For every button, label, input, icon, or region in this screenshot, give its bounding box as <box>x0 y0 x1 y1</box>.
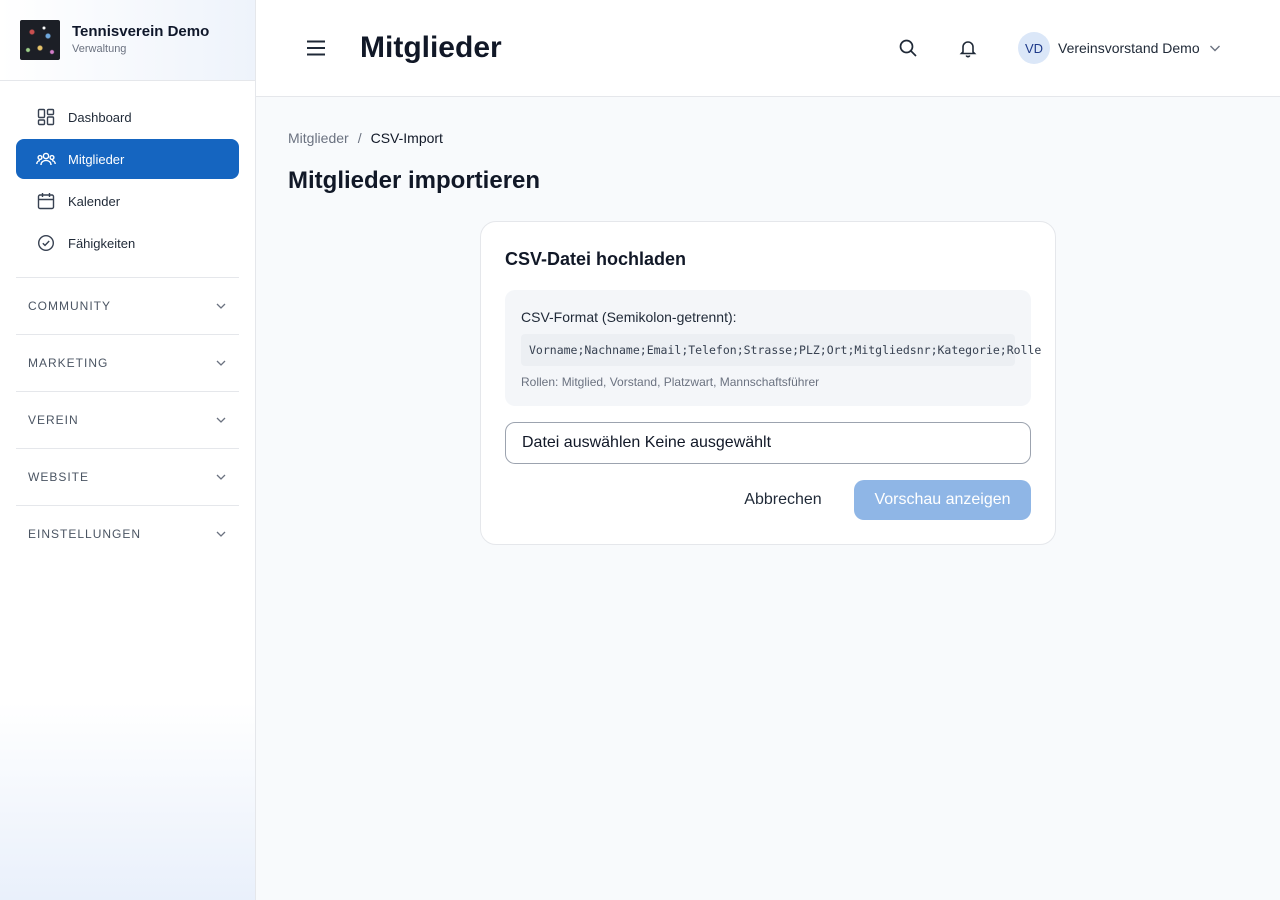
sidebar-item-kalender[interactable]: Kalender <box>16 181 239 221</box>
club-logo <box>20 20 60 60</box>
format-code: Vorname;Nachname;Email;Telefon;Strasse;P… <box>521 334 1041 366</box>
section-label: EINSTELLUNGEN <box>28 527 142 541</box>
csv-file-input[interactable]: Datei auswählen Keine ausgewählt <box>505 422 1031 464</box>
brand-title: Tennisverein Demo <box>72 23 210 40</box>
roles-note: Rollen: Mitglied, Vorstand, Platzwart, M… <box>521 375 820 389</box>
menu-toggle-button[interactable] <box>304 36 328 60</box>
breadcrumb: Mitglieder / CSV-Import <box>288 130 443 146</box>
section-einstellungen[interactable]: EINSTELLUNGEN <box>16 505 239 562</box>
top-header: Mitglieder VD Vereinsvorstand Demo <box>256 0 1280 97</box>
cancel-button[interactable]: Abbrechen <box>734 480 832 520</box>
dashboard-icon <box>36 107 56 127</box>
sidebar-item-label: Dashboard <box>68 109 132 125</box>
csv-format-info: CSV-Format (Semikolon-getrennt): Vorname… <box>505 290 1041 406</box>
section-marketing[interactable]: MARKETING <box>16 334 239 391</box>
sidebar-item-dashboard[interactable]: Dashboard <box>16 97 239 137</box>
notifications-button[interactable] <box>956 36 980 60</box>
bell-icon <box>959 41 977 58</box>
preview-button[interactable]: Vorschau anzeigen <box>854 480 1031 520</box>
section-community[interactable]: COMMUNITY <box>16 277 239 334</box>
sidebar-item-label: Fähigkeiten <box>68 235 136 251</box>
hamburger-icon <box>307 40 325 56</box>
brand[interactable]: Tennisverein Demo Verwaltung <box>0 0 255 81</box>
sidebar-item-label: Mitglieder <box>68 151 125 167</box>
chevron-down-icon <box>216 303 226 309</box>
content-title: Mitglieder importieren <box>288 167 541 194</box>
breadcrumb-separator: / <box>357 130 362 146</box>
chevron-down-icon <box>1209 45 1220 52</box>
chevron-down-icon <box>216 360 226 366</box>
calendar-icon <box>36 191 56 211</box>
brand-subtitle: Verwaltung <box>72 43 127 55</box>
chevron-down-icon <box>216 474 226 480</box>
section-website[interactable]: WEBSITE <box>16 448 239 505</box>
page-title: Mitglieder <box>360 31 502 64</box>
card-title: CSV-Datei hochladen <box>505 249 687 269</box>
search-icon <box>899 39 917 57</box>
sidebar-item-mitglieder[interactable]: Mitglieder <box>16 139 239 179</box>
breadcrumb-current: CSV-Import <box>370 130 443 146</box>
search-button[interactable] <box>896 36 920 60</box>
check-badge-icon <box>36 233 56 253</box>
format-label: CSV-Format (Semikolon-getrennt): <box>521 309 737 325</box>
breadcrumb-link-mitglieder[interactable]: Mitglieder <box>288 130 349 146</box>
chevron-down-icon <box>216 531 226 537</box>
users-icon <box>36 149 56 169</box>
section-label: VEREIN <box>28 413 79 427</box>
sidebar-nav: Dashboard Mitglieder Kalender Fähigkeite… <box>0 81 255 263</box>
section-verein[interactable]: VEREIN <box>16 391 239 448</box>
sidebar-item-label: Kalender <box>68 193 121 209</box>
section-label: COMMUNITY <box>28 299 111 313</box>
section-label: MARKETING <box>28 356 109 370</box>
section-label: WEBSITE <box>28 470 90 484</box>
avatar: VD <box>1018 32 1050 64</box>
user-menu[interactable]: VD Vereinsvorstand Demo <box>1018 32 1222 64</box>
chevron-down-icon <box>216 417 226 423</box>
csv-upload-card: CSV-Datei hochladen CSV-Format (Semikolo… <box>480 221 1056 545</box>
user-name: Vereinsvorstand Demo <box>1058 40 1200 56</box>
sidebar-item-faehigkeiten[interactable]: Fähigkeiten <box>16 223 239 263</box>
sidebar: Tennisverein Demo Verwaltung Dashboard M… <box>0 0 256 900</box>
